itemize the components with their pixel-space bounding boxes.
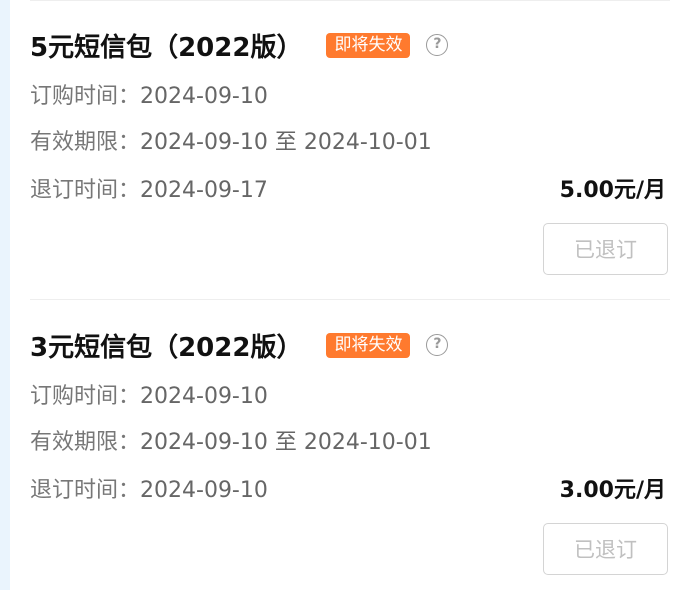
unsubscribed-button[interactable]: 已退订	[543, 523, 668, 575]
validity-label: 有效期限：	[30, 430, 141, 455]
order-time-value: 2024-09-10	[140, 84, 268, 109]
package-title-row: 5元短信包（2022版） 即将失效 ?	[30, 28, 449, 63]
expiring-badge: 即将失效	[326, 32, 411, 58]
order-time-row: 订购时间：2024-09-10	[30, 82, 268, 112]
package-list: 5元短信包（2022版） 即将失效 ? 订购时间：2024-09-10 有效期限…	[10, 0, 690, 590]
question-mark-icon[interactable]: ?	[426, 34, 449, 56]
validity-row: 有效期限：2024-09-10 至 2024-10-01	[30, 428, 432, 458]
unsubscribe-time-label: 退订时间：	[30, 178, 141, 203]
package-title: 5元短信包（2022版）	[30, 32, 303, 63]
unsubscribe-time-value: 2024-09-17	[140, 178, 268, 203]
expiring-badge: 即将失效	[326, 332, 411, 358]
order-time-row: 订购时间：2024-09-10	[30, 382, 268, 412]
order-time-label: 订购时间：	[30, 384, 141, 409]
order-time-value: 2024-09-10	[140, 384, 268, 409]
package-title: 3元短信包（2022版）	[30, 332, 303, 363]
unsubscribed-button[interactable]: 已退订	[543, 223, 668, 275]
validity-row: 有效期限：2024-09-10 至 2024-10-01	[30, 128, 432, 158]
package-price: 5.00元/月	[559, 178, 666, 203]
validity-value: 2024-09-10 至 2024-10-01	[140, 130, 432, 155]
package-card: 5元短信包（2022版） 即将失效 ? 订购时间：2024-09-10 有效期限…	[10, 0, 690, 300]
validity-value: 2024-09-10 至 2024-10-01	[140, 430, 432, 455]
unsubscribe-time-row: 退订时间：2024-09-10	[30, 476, 268, 506]
question-mark-icon[interactable]: ?	[426, 334, 449, 356]
order-time-label: 订购时间：	[30, 84, 141, 109]
unsubscribe-time-label: 退订时间：	[30, 478, 141, 503]
unsubscribe-time-row: 退订时间：2024-09-17	[30, 176, 268, 206]
package-title-row: 3元短信包（2022版） 即将失效 ?	[30, 328, 449, 363]
package-card: 3元短信包（2022版） 即将失效 ? 订购时间：2024-09-10 有效期限…	[10, 300, 690, 590]
unsubscribe-time-value: 2024-09-10	[140, 478, 268, 503]
validity-label: 有效期限：	[30, 130, 141, 155]
package-price: 3.00元/月	[559, 478, 666, 503]
